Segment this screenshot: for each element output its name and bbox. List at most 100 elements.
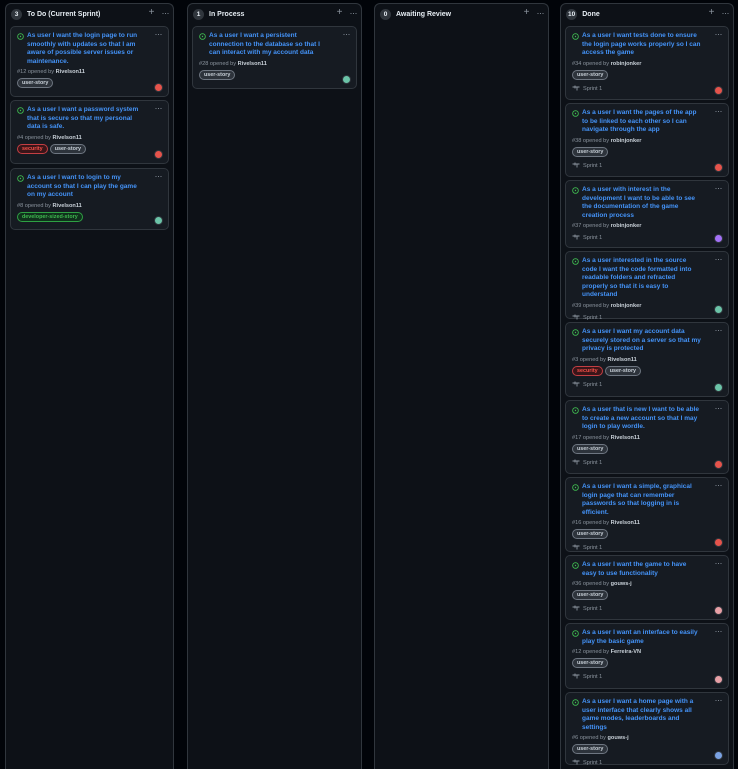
- issue-title[interactable]: As a user that is new I want to be able …: [582, 406, 702, 432]
- column-menu-button[interactable]: ···: [350, 8, 358, 18]
- issue-author[interactable]: Rivelson11: [53, 203, 82, 209]
- add-item-button[interactable]: +: [524, 8, 530, 18]
- issue-author[interactable]: Rivelson11: [56, 69, 85, 75]
- avatar[interactable]: [714, 751, 723, 760]
- issue-title[interactable]: As user I want the login page to run smo…: [27, 32, 142, 66]
- label-security[interactable]: security: [572, 365, 603, 376]
- issue-card[interactable]: ··· As a user I want my account data secu…: [565, 322, 729, 397]
- issue-card[interactable]: ··· As a user I want a persistent connect…: [192, 26, 357, 89]
- label-user-story[interactable]: user-story: [17, 78, 54, 89]
- card-menu-button[interactable]: ···: [155, 171, 163, 181]
- issue-card[interactable]: ··· As a user with interest in the develo…: [565, 180, 729, 248]
- card-menu-button[interactable]: ···: [715, 325, 723, 335]
- issue-author[interactable]: robinjonker: [611, 303, 642, 309]
- label-developer-sized-story[interactable]: developer-sized-story: [17, 211, 83, 222]
- avatar[interactable]: [714, 460, 723, 469]
- issue-card[interactable]: ··· As a user I want the pages of the app…: [565, 103, 729, 177]
- label-user-story[interactable]: user-story: [572, 744, 609, 755]
- add-item-button[interactable]: +: [709, 8, 715, 18]
- avatar[interactable]: [714, 234, 723, 243]
- issue-title[interactable]: As a user with interest in the developme…: [582, 186, 702, 220]
- label-user-story[interactable]: user-story: [572, 146, 609, 157]
- card-menu-button[interactable]: ···: [715, 183, 723, 193]
- label-user-story[interactable]: user-story: [572, 658, 609, 669]
- issue-author[interactable]: Rivelson11: [611, 520, 640, 526]
- label-user-story[interactable]: user-story: [572, 590, 609, 601]
- label-security[interactable]: security: [17, 143, 48, 154]
- issue-card[interactable]: ··· As a user I want an interface to easi…: [565, 623, 729, 689]
- card-menu-button[interactable]: ···: [155, 103, 163, 113]
- avatar[interactable]: [342, 75, 351, 84]
- add-item-button[interactable]: +: [149, 8, 155, 18]
- issue-title[interactable]: As a user I want to login to my account …: [27, 174, 142, 200]
- card-menu-button[interactable]: ···: [715, 480, 723, 490]
- avatar[interactable]: [154, 83, 163, 92]
- avatar[interactable]: [714, 86, 723, 95]
- card-menu-button[interactable]: ···: [715, 626, 723, 636]
- card-menu-button[interactable]: ···: [715, 254, 723, 264]
- issue-card[interactable]: ··· As user I want the login page to run …: [10, 26, 169, 97]
- column-title: To Do (Current Sprint): [27, 10, 101, 18]
- avatar[interactable]: [714, 383, 723, 392]
- column-menu-button[interactable]: ···: [537, 8, 545, 18]
- issue-author[interactable]: gouws-j: [611, 581, 632, 587]
- issue-title[interactable]: As a user I want the game to have easy t…: [582, 561, 702, 578]
- avatar[interactable]: [714, 538, 723, 547]
- issue-author[interactable]: Rivelson11: [53, 135, 82, 141]
- avatar[interactable]: [154, 216, 163, 225]
- avatar[interactable]: [714, 305, 723, 314]
- label-user-story[interactable]: user-story: [199, 69, 236, 80]
- issue-author[interactable]: robinjonker: [611, 223, 642, 229]
- avatar[interactable]: [154, 150, 163, 159]
- label-user-story[interactable]: user-story: [572, 529, 609, 540]
- issue-title[interactable]: As a user interested in the source code …: [582, 257, 702, 300]
- issue-title[interactable]: As a user I want a password system that …: [27, 106, 142, 132]
- issue-number: #3: [572, 356, 579, 363]
- card-menu-button[interactable]: ···: [715, 558, 723, 568]
- label-list: user-story: [572, 443, 722, 454]
- issue-card[interactable]: ··· As a user I want the game to have eas…: [565, 555, 729, 620]
- card-menu-button[interactable]: ···: [715, 695, 723, 705]
- card-menu-button[interactable]: ···: [343, 29, 351, 39]
- card-menu-button[interactable]: ···: [715, 29, 723, 39]
- issue-title[interactable]: As a user I want a persistent connection…: [209, 32, 330, 58]
- issue-author[interactable]: Rivelson11: [608, 357, 637, 363]
- label-user-story[interactable]: user-story: [572, 443, 609, 454]
- sprint-field: Sprint 1: [572, 759, 722, 767]
- add-item-button[interactable]: +: [337, 8, 343, 18]
- label-user-story[interactable]: user-story: [49, 143, 87, 154]
- avatar[interactable]: [714, 606, 723, 615]
- issue-author[interactable]: robinjonker: [611, 61, 642, 67]
- issue-card[interactable]: ··· As a user that is new I want to be ab…: [565, 400, 729, 474]
- avatar[interactable]: [714, 163, 723, 172]
- column-menu-button[interactable]: ···: [722, 8, 730, 18]
- issue-title[interactable]: As a user I want my account data securel…: [582, 328, 702, 354]
- issue-card[interactable]: ··· As a user I want a password system th…: [10, 100, 169, 164]
- card-menu-button[interactable]: ···: [155, 29, 163, 39]
- issue-title[interactable]: As a user I want an interface to easily …: [582, 629, 702, 646]
- issue-opened-icon: [572, 629, 582, 637]
- issue-card[interactable]: ··· As a user I want a home page with a u…: [565, 692, 729, 767]
- issue-author[interactable]: gouws-j: [608, 735, 629, 741]
- issue-title[interactable]: As a user I want the pages of the app to…: [582, 109, 702, 135]
- column-menu-button[interactable]: ···: [162, 8, 170, 18]
- label-user-story[interactable]: user-story: [572, 69, 609, 80]
- issue-card[interactable]: ··· As a user I want a simple, graphical …: [565, 477, 729, 552]
- column-title: Done: [582, 10, 600, 18]
- issue-author[interactable]: Rivelson11: [238, 61, 267, 67]
- issue-card[interactable]: ··· As a user I want tests done to ensure…: [565, 26, 729, 100]
- issue-author[interactable]: Rivelson11: [611, 435, 640, 441]
- issue-title[interactable]: As a user I want a simple, graphical log…: [582, 483, 702, 517]
- issue-author[interactable]: robinjonker: [611, 138, 642, 144]
- label-user-story[interactable]: user-story: [604, 365, 642, 376]
- avatar[interactable]: [714, 675, 723, 684]
- issue-author[interactable]: Ferreira-VN: [611, 649, 641, 655]
- card-menu-button[interactable]: ···: [715, 106, 723, 116]
- column-header: 3 To Do (Current Sprint) + ···: [6, 4, 173, 24]
- issue-title[interactable]: As a user I want tests done to ensure th…: [582, 32, 702, 58]
- issue-title[interactable]: As a user I want a home page with a user…: [582, 698, 702, 732]
- issue-card[interactable]: ··· As a user I want to login to my accou…: [10, 168, 169, 230]
- iteration-icon: [572, 381, 580, 389]
- issue-card[interactable]: ··· As a user interested in the source co…: [565, 251, 729, 321]
- card-menu-button[interactable]: ···: [715, 403, 723, 413]
